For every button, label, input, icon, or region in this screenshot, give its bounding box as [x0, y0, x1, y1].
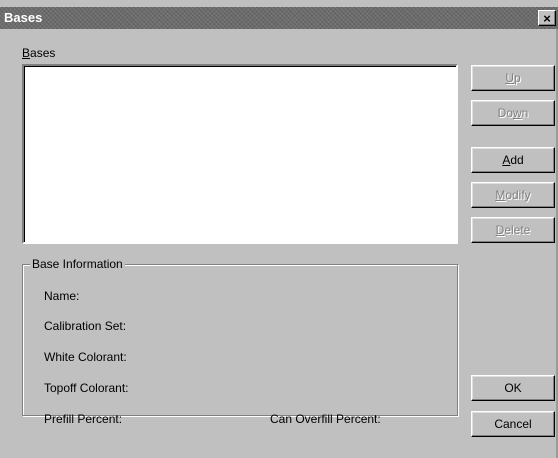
add-label-mnemonic: A [502, 153, 511, 167]
add-label-post: dd [510, 153, 524, 167]
modify-button[interactable]: Modify [471, 182, 555, 208]
bases-dialog: Bases × Bases Base Information Name: Cal… [0, 0, 558, 458]
bases-listbox[interactable] [22, 64, 458, 244]
close-button[interactable]: × [538, 10, 556, 26]
up-label-post: p [513, 71, 521, 85]
close-icon: × [543, 10, 551, 26]
down-button[interactable]: Do w n [471, 100, 555, 126]
cancel-label: Cancel [494, 417, 532, 431]
up-label-mnemonic: U [505, 71, 514, 85]
delete-label-mnemonic: D [495, 223, 505, 237]
cancel-button[interactable]: Cancel [471, 411, 555, 437]
down-label-pre: Do [497, 106, 513, 120]
bases-label-rest: ases [30, 46, 56, 60]
white-colorant-label: White Colorant: [44, 350, 127, 364]
title-bar[interactable]: Bases × [0, 7, 558, 29]
up-button[interactable]: Up [471, 65, 555, 91]
modify-label-mnemonic: M [495, 188, 506, 202]
delete-label-post: elete [504, 223, 531, 237]
down-label-post: n [521, 106, 529, 120]
base-information-legend: Base Information [30, 257, 125, 271]
can-overfill-percent-label: Can Overfill Percent: [270, 412, 381, 426]
name-label: Name: [44, 289, 80, 303]
bases-label-mnemonic: B [22, 46, 31, 60]
topoff-colorant-label: Topoff Colorant: [44, 381, 129, 395]
calibration-set-label: Calibration Set: [44, 319, 127, 333]
delete-button[interactable]: Delete [471, 217, 555, 243]
add-button[interactable]: Add [471, 147, 555, 173]
down-label-mnemonic: w [512, 106, 522, 120]
ok-button[interactable]: OK [471, 375, 555, 401]
window-title: Bases [4, 10, 43, 25]
prefill-percent-label: Prefill Percent: [44, 412, 123, 426]
bases-list-label: Bases [22, 46, 55, 60]
ok-label: OK [504, 381, 522, 395]
modify-label-post: odify [505, 188, 531, 202]
